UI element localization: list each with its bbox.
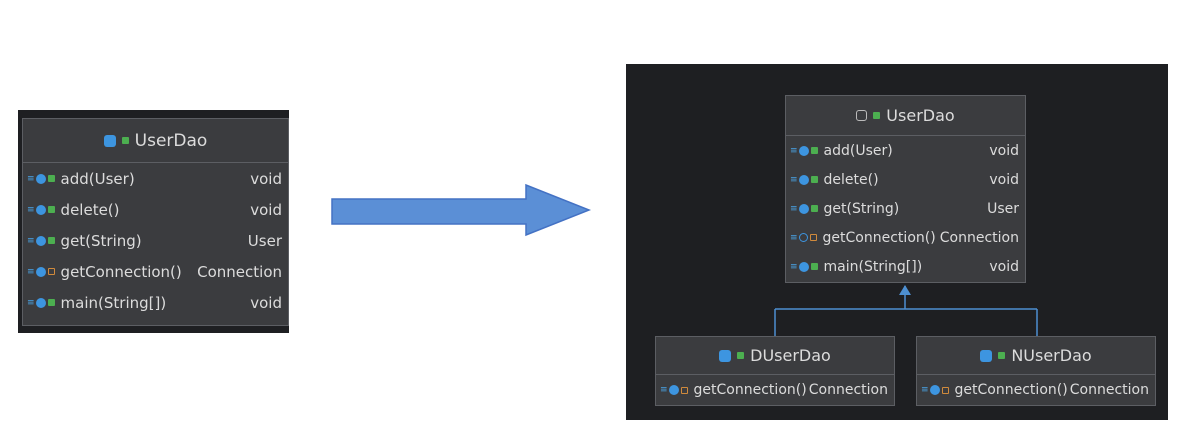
method-row[interactable]: ≡ getConnection() Connection xyxy=(656,375,894,405)
method-row[interactable]: ≡ getConnection() Connection xyxy=(23,256,288,287)
method-icon: ≡ xyxy=(790,203,818,214)
class-title: DUserDao xyxy=(750,346,831,365)
method-icon: ≡ xyxy=(27,297,55,308)
method-name: getConnection() xyxy=(822,229,936,246)
method-icon: ≡ xyxy=(27,173,55,184)
method-return-type: void xyxy=(250,200,282,219)
method-return-type: Connection xyxy=(808,382,888,398)
method-return-type: void xyxy=(250,293,282,312)
method-row[interactable]: ≡ getConnection() Connection xyxy=(917,375,1155,405)
generalization-arrowhead xyxy=(899,285,911,295)
method-row[interactable]: ≡ main(String[]) void xyxy=(23,287,288,318)
class-icon xyxy=(980,349,993,362)
class-icon xyxy=(103,134,116,147)
class-title: UserDao xyxy=(134,130,208,151)
method-row[interactable]: ≡ delete() void xyxy=(786,165,1025,194)
method-icon: ≡ xyxy=(790,233,817,243)
right-diagram-panel: UserDao ≡ add(User) void ≡ delete() void… xyxy=(626,64,1168,420)
method-icon: ≡ xyxy=(27,235,55,246)
method-name: main(String[]) xyxy=(60,293,167,312)
method-row[interactable]: ≡ getConnection() Connection xyxy=(786,223,1025,252)
class-icon xyxy=(856,110,868,121)
class-title: UserDao xyxy=(886,106,955,125)
method-icon: ≡ xyxy=(27,266,55,277)
method-row[interactable]: ≡ add(User) void xyxy=(23,163,288,194)
method-name: delete() xyxy=(60,200,120,219)
method-return-type: User xyxy=(987,200,1019,217)
method-name: add(User) xyxy=(60,169,135,188)
method-name: add(User) xyxy=(823,142,893,159)
method-row[interactable]: ≡ main(String[]) void xyxy=(786,252,1025,281)
method-icon: ≡ xyxy=(790,261,818,272)
method-return-type: Connection xyxy=(1069,382,1149,398)
method-name: delete() xyxy=(823,171,879,188)
method-return-type: Connection xyxy=(939,229,1019,246)
method-row[interactable]: ≡ delete() void xyxy=(23,194,288,225)
method-return-type: void xyxy=(250,169,282,188)
method-name: getConnection() xyxy=(60,262,182,281)
class-box-userdao[interactable]: UserDao ≡ add(User) void ≡ delete() void… xyxy=(22,118,289,326)
class-box-nuserdao[interactable]: NUserDao ≡ getConnection() Connection xyxy=(916,336,1156,406)
class-icon xyxy=(719,349,732,362)
method-name: get(String) xyxy=(60,231,142,250)
public-lock-icon xyxy=(737,352,745,359)
transform-arrow xyxy=(331,183,592,237)
public-lock-icon xyxy=(873,112,881,119)
method-row[interactable]: ≡ get(String) User xyxy=(23,225,288,256)
public-lock-icon xyxy=(998,352,1006,359)
transform-arrow-shape xyxy=(331,183,592,237)
method-name: getConnection() xyxy=(693,382,807,398)
method-name: getConnection() xyxy=(954,382,1068,398)
public-lock-icon xyxy=(121,137,129,144)
method-return-type: void xyxy=(989,171,1019,188)
class-header: UserDao xyxy=(786,96,1025,136)
class-header: NUserDao xyxy=(917,337,1155,375)
class-header: DUserDao xyxy=(656,337,894,375)
method-row[interactable]: ≡ get(String) User xyxy=(786,194,1025,223)
method-return-type: Connection xyxy=(197,262,282,281)
class-header: UserDao xyxy=(23,119,288,163)
method-icon: ≡ xyxy=(790,145,818,156)
method-row[interactable]: ≡ add(User) void xyxy=(786,136,1025,165)
method-icon: ≡ xyxy=(790,174,818,185)
method-return-type: User xyxy=(247,231,282,250)
method-icon: ≡ xyxy=(921,385,949,395)
left-diagram-panel: UserDao ≡ add(User) void ≡ delete() void… xyxy=(18,110,289,333)
method-return-type: void xyxy=(989,258,1019,275)
method-icon: ≡ xyxy=(660,385,688,395)
method-return-type: void xyxy=(989,142,1019,159)
class-box-userdao-parent[interactable]: UserDao ≡ add(User) void ≡ delete() void… xyxy=(785,95,1026,283)
method-name: get(String) xyxy=(823,200,900,217)
class-box-duserdao[interactable]: DUserDao ≡ getConnection() Connection xyxy=(655,336,895,406)
method-icon: ≡ xyxy=(27,204,55,215)
method-name: main(String[]) xyxy=(823,258,923,275)
class-title: NUserDao xyxy=(1011,346,1092,365)
